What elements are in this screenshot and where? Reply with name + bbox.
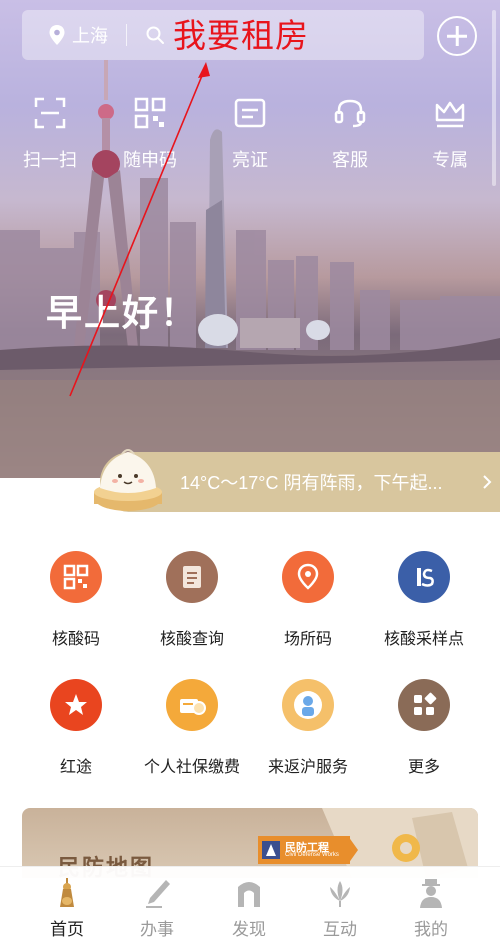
service-label: 核酸查询 — [159, 631, 224, 648]
quick-action-service[interactable]: 客服 — [310, 96, 390, 172]
customer-service-icon — [334, 99, 366, 128]
service-label: 红途 — [59, 759, 92, 776]
tab-interact[interactable]: 互动 — [295, 877, 385, 940]
service-icon-bg — [282, 679, 334, 731]
service-icon-bg — [166, 551, 218, 603]
service-item-red-route[interactable]: 红途 — [14, 679, 138, 777]
home-icon — [60, 878, 74, 907]
city-selector[interactable]: 上海 — [48, 22, 108, 48]
service-item-sampling-site[interactable]: 核酸采样点 — [362, 551, 486, 649]
tab-label: 首页 — [50, 920, 84, 939]
skyline-illustration — [0, 60, 500, 478]
tab-label: 我的 — [414, 920, 448, 939]
scan-icon — [34, 97, 66, 129]
grid-more-icon — [414, 692, 437, 715]
service-icon-bg — [398, 679, 450, 731]
tab-home[interactable]: 首页 — [22, 877, 112, 940]
chevron-right-icon — [483, 475, 492, 489]
tab-label: 办事 — [140, 920, 174, 939]
quick-action-label: 随申码 — [123, 150, 177, 170]
weather-text: 14°C～17°C 阴有阵雨，下午起... — [180, 473, 443, 493]
divider — [126, 24, 127, 46]
qr-code-icon — [134, 97, 166, 129]
plus-circle-icon[interactable] — [437, 16, 477, 56]
sampling-site-icon — [417, 568, 434, 587]
quick-action-id[interactable]: 亮证 — [210, 96, 290, 172]
service-item-more[interactable]: 更多 — [362, 679, 486, 777]
quick-action-suishenma[interactable]: 随申码 — [110, 96, 190, 172]
service-label: 更多 — [407, 759, 440, 776]
service-icon-bg — [398, 551, 450, 603]
hero-banner: 上海 我要租房 扫一扫 随申码 亮证 客服 专属 早上好！ — [0, 0, 500, 478]
civil-defense-tag: 民防工程 Civil Defense Works — [258, 836, 358, 864]
search-bar[interactable]: 上海 我要租房 — [22, 10, 424, 60]
location-pin-icon — [297, 563, 319, 590]
tab-profile[interactable]: 我的 — [386, 877, 476, 940]
bottom-tab-bar: 首页 办事 发现 互动 我的 — [0, 866, 500, 943]
search-icon — [146, 26, 164, 44]
person-icon — [420, 879, 442, 908]
pen-icon — [146, 880, 170, 908]
quick-actions: 扫一扫 随申码 亮证 客服 专属 — [0, 96, 500, 176]
service-label: 个人社保缴费 — [143, 759, 240, 776]
service-icon-bg — [282, 551, 334, 603]
document-icon — [183, 566, 201, 588]
service-icon-bg — [50, 679, 102, 731]
location-pin-icon — [49, 25, 65, 45]
tab-discover[interactable]: 发现 — [204, 877, 294, 940]
mascot-icon — [294, 691, 322, 719]
qr-code-icon — [63, 564, 89, 590]
quick-action-label: 客服 — [332, 150, 368, 170]
magnolia-icon — [330, 881, 350, 907]
service-item-venue-code[interactable]: 场所码 — [246, 551, 370, 649]
tab-label: 发现 — [232, 920, 266, 939]
quick-action-label: 专属 — [432, 150, 468, 170]
quick-action-label: 扫一扫 — [23, 150, 77, 170]
service-item-nucleic-query[interactable]: 核酸查询 — [130, 551, 254, 649]
tag-sub-label: Civil Defense Works — [285, 852, 339, 858]
tab-label: 互动 — [323, 920, 357, 939]
city-label: 上海 — [72, 26, 108, 46]
service-label: 场所码 — [283, 631, 332, 648]
id-card-icon — [234, 98, 266, 128]
greeting-text: 早上好！ — [46, 292, 199, 333]
crown-icon — [435, 101, 465, 128]
quick-action-scan[interactable]: 扫一扫 — [10, 96, 90, 172]
quick-action-exclusive[interactable]: 专属 — [410, 96, 490, 172]
service-label: 核酸采样点 — [383, 631, 464, 648]
quick-action-label: 亮证 — [232, 150, 268, 170]
service-label: 来返沪服务 — [267, 759, 348, 776]
search-input[interactable]: 我要租房 — [173, 19, 309, 52]
bun-mascot-icon — [94, 449, 162, 511]
service-label: 核酸码 — [51, 631, 100, 648]
service-item-nucleic-code[interactable]: 核酸码 — [14, 551, 138, 649]
service-icon-bg — [166, 679, 218, 731]
tab-services[interactable]: 办事 — [112, 877, 202, 940]
social-security-icon — [180, 699, 206, 715]
service-item-return-shanghai[interactable]: 来返沪服务 — [246, 679, 370, 777]
arch-icon — [238, 882, 260, 907]
star-icon — [65, 694, 87, 715]
service-item-social-security[interactable]: 个人社保缴费 — [130, 679, 254, 777]
service-icon-bg — [50, 551, 102, 603]
